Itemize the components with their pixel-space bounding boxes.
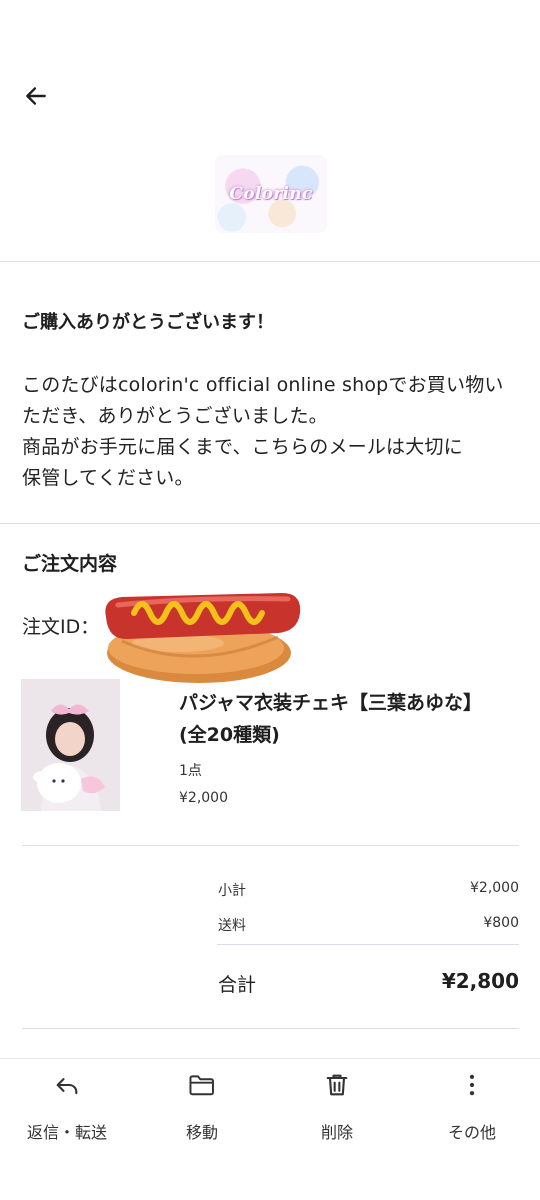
thanks-title: ご購入ありがとうございます！ bbox=[22, 312, 274, 333]
subtotal-label: 小計 bbox=[218, 883, 246, 899]
brand-logo: Colorinc bbox=[215, 155, 327, 233]
product-price: ¥2,000 bbox=[179, 790, 228, 806]
back-button[interactable] bbox=[20, 80, 52, 112]
message-line: このたびはcolorin'c official online shopでお買い物… bbox=[22, 374, 504, 396]
reply-forward-button[interactable]: 返信・転送 bbox=[2, 1069, 132, 1143]
product-photo bbox=[21, 679, 120, 811]
move-label: 移動 bbox=[185, 1123, 218, 1142]
subtotal-value: ¥2,000 bbox=[470, 880, 519, 896]
message-line: ただき、ありがとうございました。 bbox=[22, 405, 328, 427]
product-quantity: 1点 bbox=[179, 763, 202, 779]
divider bbox=[0, 523, 540, 524]
product-name[interactable]: パジャマ衣装チェキ【三葉あゆな】 bbox=[179, 688, 482, 715]
divider bbox=[0, 261, 540, 262]
order-section-title: ご注文内容 bbox=[22, 553, 118, 575]
summary-divider bbox=[217, 944, 519, 945]
reply-icon bbox=[51, 1069, 83, 1101]
shipping-label: 送料 bbox=[218, 918, 246, 934]
delete-label: 削除 bbox=[320, 1123, 353, 1142]
total-label: 合計 bbox=[218, 974, 257, 996]
product-name-variant: (全20種類) bbox=[179, 724, 280, 746]
more-button[interactable]: その他 bbox=[407, 1069, 537, 1143]
divider bbox=[22, 1028, 519, 1029]
delete-button[interactable]: 削除 bbox=[272, 1069, 402, 1143]
hotdog-sticker bbox=[105, 593, 301, 683]
move-button[interactable]: 移動 bbox=[137, 1069, 267, 1143]
total-value: ¥2,800 bbox=[441, 969, 519, 993]
message-line: 保管してください。 bbox=[22, 467, 194, 489]
message-line: 商品がお手元に届くまで、こちらのメールは大切に bbox=[22, 436, 463, 458]
product-thumbnail[interactable] bbox=[21, 679, 120, 811]
bottom-toolbar: 返信・転送 移動 削除 その他 bbox=[0, 1058, 540, 1200]
more-vertical-icon bbox=[456, 1069, 488, 1101]
logo-text: Colorinc bbox=[229, 184, 313, 204]
reply-forward-label: 返信・転送 bbox=[26, 1123, 107, 1142]
divider bbox=[22, 845, 519, 846]
arrow-left-icon bbox=[26, 87, 46, 105]
order-id-label: 注文ID： bbox=[22, 616, 100, 638]
trash-icon bbox=[321, 1069, 353, 1101]
folder-icon bbox=[186, 1069, 218, 1101]
shipping-value: ¥800 bbox=[483, 915, 519, 931]
more-label: その他 bbox=[447, 1123, 496, 1142]
